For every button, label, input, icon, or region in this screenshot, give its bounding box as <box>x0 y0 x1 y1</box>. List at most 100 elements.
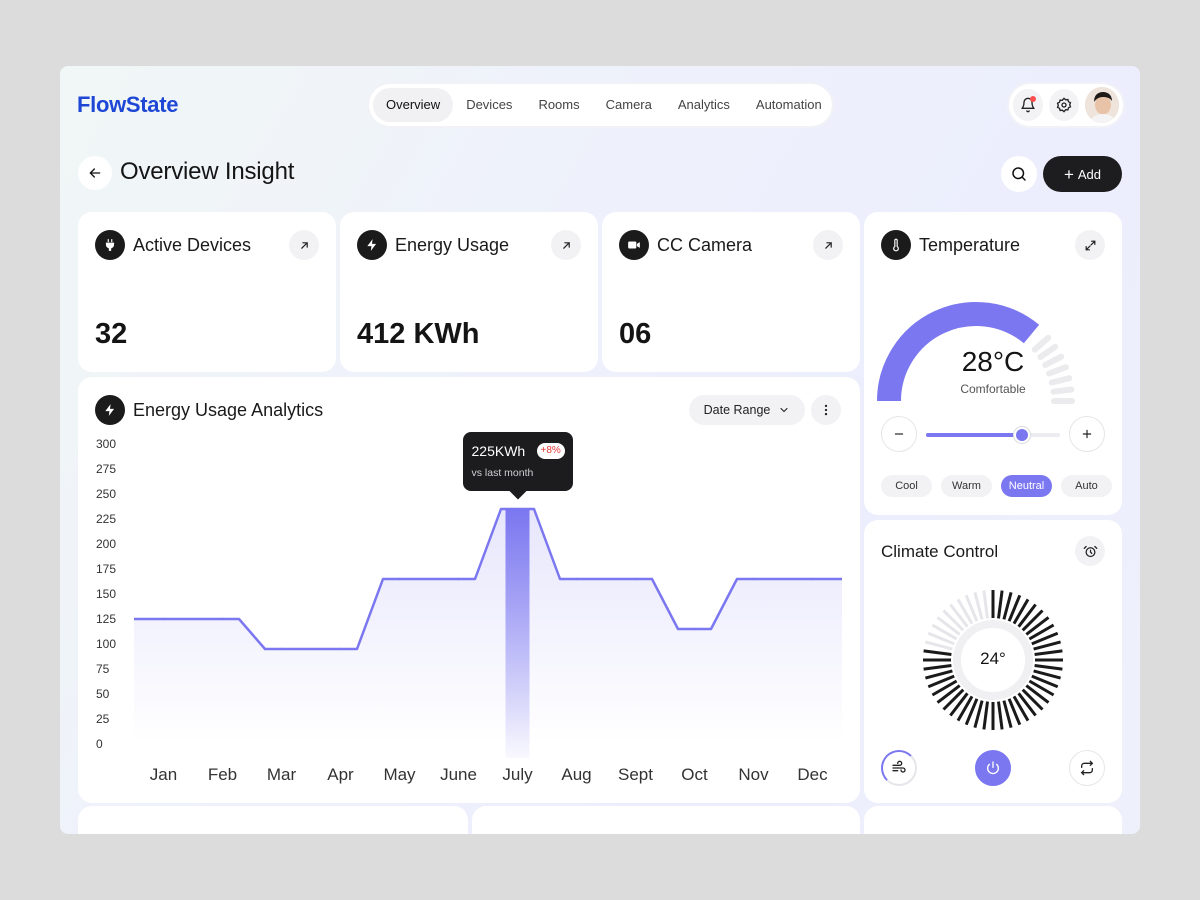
temp-slider-fill <box>926 433 1023 437</box>
x-tick-label: Oct <box>681 765 708 784</box>
stat-card-cc-camera[interactable]: CC Camera 06 <box>602 212 860 372</box>
nav-rooms[interactable]: Rooms <box>525 88 592 122</box>
temperature-status: Comfortable <box>960 382 1026 396</box>
stat-value: 412 KWh <box>357 318 480 350</box>
y-tick-label: 50 <box>96 687 110 701</box>
tooltip-value: 225KWh <box>471 443 526 459</box>
stat-title: CC Camera <box>657 234 753 255</box>
tooltip-sub: vs last month <box>471 467 534 479</box>
dial-tick <box>982 701 989 730</box>
dial-tick <box>936 616 961 636</box>
bolt-icon <box>357 230 387 260</box>
y-tick-label: 225 <box>96 512 116 526</box>
open-cc-camera-button[interactable] <box>813 230 843 260</box>
dial-tick <box>1017 692 1037 717</box>
stat-value: 32 <box>95 318 128 350</box>
nav-camera[interactable]: Camera <box>593 88 665 122</box>
data-point <box>339 647 342 651</box>
mode-neutral[interactable]: Neutral <box>1001 475 1052 497</box>
camera-icon <box>619 230 649 260</box>
settings-button[interactable] <box>1049 89 1080 121</box>
y-tick-label: 175 <box>96 562 116 576</box>
bottom-card-right <box>864 806 1122 834</box>
notification-button[interactable] <box>1013 89 1044 121</box>
nav-devices[interactable]: Devices <box>453 88 525 122</box>
dial-tick <box>997 590 1004 619</box>
y-tick-label: 125 <box>96 612 116 626</box>
nav-overview[interactable]: Overview <box>373 88 454 122</box>
y-tick-label: 275 <box>96 462 116 476</box>
dial-tick <box>949 603 969 628</box>
plus-icon <box>1082 429 1092 439</box>
data-point <box>516 507 519 511</box>
mode-warm[interactable]: Warm <box>941 475 992 497</box>
fan-mode-button[interactable] <box>881 750 917 786</box>
y-tick-label: 75 <box>96 662 110 676</box>
x-tick-label: May <box>383 765 416 784</box>
alarm-button[interactable] <box>1075 536 1105 566</box>
x-tick-label: Mar <box>267 765 297 784</box>
power-icon <box>987 761 999 775</box>
plus-icon: + <box>1063 164 1074 184</box>
page-title: Overview Insight <box>120 158 295 185</box>
temp-slider[interactable] <box>926 427 1060 443</box>
avatar-image <box>1085 87 1119 123</box>
nav-automation[interactable]: Automation <box>743 88 835 122</box>
gear-icon <box>1056 97 1072 113</box>
stat-card-energy-usage[interactable]: Energy Usage 412 KWh <box>340 212 598 372</box>
dial-tick <box>1021 688 1044 711</box>
add-label: Add <box>1077 166 1102 182</box>
dial-tick <box>1025 684 1050 704</box>
decrease-temp-button[interactable] <box>881 416 917 452</box>
dial-tick <box>949 692 969 717</box>
arrow-up-right-icon <box>300 241 308 249</box>
wind-icon <box>892 760 906 773</box>
back-button[interactable] <box>78 156 112 190</box>
x-tick-label: Sept <box>618 765 653 784</box>
dial-tick <box>942 688 965 711</box>
y-tick-label: 300 <box>96 437 116 451</box>
data-point <box>457 577 460 581</box>
stat-card-active-devices[interactable]: Active Devices 32 <box>78 212 336 372</box>
temperature-value: 28°C <box>961 346 1025 377</box>
x-tick-label: Apr <box>327 765 354 784</box>
avatar[interactable] <box>1085 87 1119 123</box>
x-tick-label: July <box>502 765 533 784</box>
search-button[interactable] <box>1001 156 1037 192</box>
dial-tick <box>1017 603 1037 628</box>
expand-temperature-button[interactable] <box>1075 230 1105 260</box>
mode-cool[interactable]: Cool <box>881 475 932 497</box>
increase-temp-button[interactable] <box>1069 416 1105 452</box>
temp-slider-thumb[interactable] <box>1014 427 1031 443</box>
highlight-bar[interactable] <box>505 509 530 758</box>
app-window: FlowState Overview Devices Rooms Camera … <box>60 66 1140 834</box>
y-tick-label: 200 <box>96 537 116 551</box>
power-button[interactable] <box>975 750 1011 786</box>
temperature-card: Temperature 28°C Comfortable Cool Warm N… <box>864 212 1122 515</box>
mode-selector: Cool Warm Neutral Auto <box>881 475 1112 497</box>
temperature-title: Temperature <box>919 234 1021 255</box>
chart-tooltip: 225KWh +8% vs last month <box>462 432 573 500</box>
stat-title: Active Devices <box>133 234 252 255</box>
x-tick-label: Dec <box>797 765 828 784</box>
climate-title: Climate Control <box>881 542 999 561</box>
y-tick-label: 150 <box>96 587 116 601</box>
open-active-devices-button[interactable] <box>289 230 319 260</box>
repeat-button[interactable] <box>1069 750 1105 786</box>
dial-tick <box>997 701 1004 730</box>
x-tick-label: Jan <box>150 765 177 784</box>
mode-auto[interactable]: Auto <box>1061 475 1112 497</box>
data-point <box>811 577 814 581</box>
y-tick-label: 250 <box>96 487 116 501</box>
data-point <box>752 577 755 581</box>
tooltip-badge: +8% <box>536 443 565 459</box>
y-tick-label: 25 <box>96 712 110 726</box>
y-tick-label: 0 <box>96 737 103 751</box>
add-button[interactable]: + Add <box>1043 156 1122 192</box>
x-tick-label: Feb <box>208 765 237 784</box>
nav-analytics[interactable]: Analytics <box>665 88 743 122</box>
top-nav: Overview Devices Rooms Camera Analytics … <box>369 84 832 126</box>
data-point <box>221 617 224 621</box>
open-energy-usage-button[interactable] <box>551 230 581 260</box>
arrow-up-right-icon <box>562 241 570 249</box>
